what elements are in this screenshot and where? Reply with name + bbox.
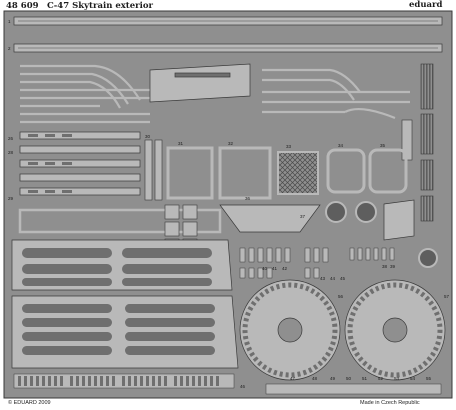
mesh-screen: [277, 151, 319, 195]
part-label: 52: [378, 376, 384, 381]
part-label: 46: [240, 384, 246, 389]
part-label: 42: [282, 266, 288, 271]
part-label: 35: [380, 143, 386, 148]
part-label: 44: [330, 276, 336, 281]
part-label: 39: [390, 264, 396, 269]
part-label: 51: [362, 376, 368, 381]
part-label: 43: [320, 276, 326, 281]
part-label: 26: [8, 136, 14, 141]
part-label: 53: [394, 376, 400, 381]
part-label: 57: [444, 294, 450, 299]
photo-etch-fret: 1 2 26 28 29 30 31 32 33 34 35 36 37 38 …: [3, 10, 453, 399]
part-label: 30: [145, 134, 151, 139]
part-label: 49: [330, 376, 336, 381]
part-label: 47: [290, 376, 296, 381]
part-label: 36: [245, 196, 251, 201]
part-label: 54: [410, 376, 416, 381]
part-label: 38: [382, 264, 388, 269]
part-label: 55: [426, 376, 432, 381]
turbine-disk-left: [239, 279, 341, 381]
part-label: 37: [300, 214, 306, 219]
part-label: 45: [340, 276, 346, 281]
upper-wedge-panel: [149, 63, 251, 103]
part-label: 32: [228, 141, 234, 146]
turbine-disk-right: [344, 279, 446, 381]
part-label: 28: [8, 150, 14, 155]
part-label: 29: [8, 196, 14, 201]
slotted-panel-left: [11, 239, 239, 369]
angled-plate: [383, 199, 415, 241]
part-label: 41: [272, 266, 278, 271]
part-label: 34: [338, 143, 344, 148]
part-label: 48: [312, 376, 318, 381]
part-label: 56: [338, 294, 344, 299]
part-label: 31: [178, 141, 184, 146]
part-label: 50: [346, 376, 352, 381]
part-label: 33: [286, 144, 292, 149]
part-label: 40: [262, 266, 268, 271]
